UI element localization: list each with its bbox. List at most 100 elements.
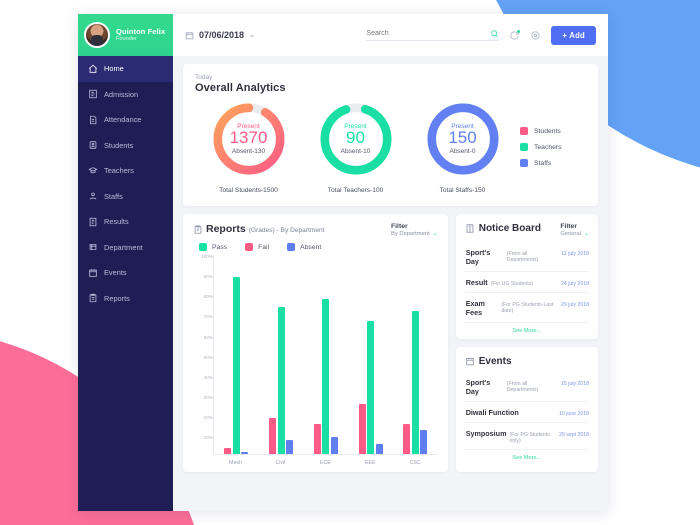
y-tick: 10% [203,435,213,441]
attendance-icon [88,115,98,125]
search-icon[interactable] [490,29,499,38]
profile-header[interactable]: Quinton Felix Founder [78,14,173,56]
legend-swatch [520,127,528,135]
sidebar-item-home[interactable]: Home [78,56,173,82]
list-item[interactable]: Sport's Day (From all Departments) 15 ju… [464,372,589,402]
y-tick: 30% [203,395,213,401]
sidebar-item-attendance[interactable]: Attendance [78,107,173,133]
reports-subtitle: (Grades) - By Department [248,227,325,234]
date-value: 07/06/2018 [199,30,245,40]
bar-chart: 100% 90% 80% 70% 60% 50% 40% 30% 20% 10% [193,254,438,455]
item-date: 12 july 2018 [561,250,589,257]
donut-staffs: Present 150 Absent-0 Total Staffs-150 [409,100,516,194]
bar-pass [277,306,285,454]
bar-absent [286,440,294,454]
sidebar-item-results[interactable]: Results [78,209,173,235]
sidebar-item-reports[interactable]: Reports [78,286,173,312]
legend-label: Teachers [534,143,562,151]
lower-row: Reports (Grades) - By Department Filter … [183,214,598,472]
bar-group [348,255,393,454]
donut-students: Present 1370 Absent-130 Total Students-1… [195,100,302,194]
date-picker[interactable]: 07/06/2018 ⌄ [185,30,255,40]
analytics-eyebrow: Today [195,74,213,81]
donut-total: Total Students-1500 [219,187,278,194]
sidebar-item-department[interactable]: Department [78,235,173,261]
item-date: 10 june 2018 [558,410,589,417]
events-header: Events [465,356,589,367]
item-name: Sport's Day [465,247,491,266]
add-button[interactable]: + Add [551,25,596,45]
sidebar-item-admission[interactable]: Admission [78,82,173,108]
notice-list: Sport's Day (From all Departments) 12 ju… [464,242,589,323]
donut-center-label: Present 90 Absent-10 [317,100,395,178]
dashboard-window: Quinton Felix Founder Home Admission Att… [78,14,608,511]
notice-board-header: Notice Board Filter General ⌄ [465,223,589,237]
filter-value-row[interactable]: By Department ⌄ [391,230,438,238]
legend-label: Staffs [534,159,552,167]
events-icon [88,268,98,278]
legend-swatch [520,159,528,167]
students-icon [88,140,98,150]
filter-label: Filter [391,223,408,230]
bar-pass [322,298,330,454]
notice-filter[interactable]: Filter General ⌄ [560,223,589,237]
list-item[interactable]: Exam Fees (For PG Students-Last date) 29… [464,293,589,323]
reports-header: Reports (Grades) - By Department Filter … [193,223,438,237]
events-card: Events Sport's Day (From all Departments… [455,347,598,472]
legend-label: Pass [212,243,228,251]
list-item[interactable]: Sport's Day (From all Departments) 12 ju… [464,242,589,272]
item-name: Result [465,277,488,287]
bar-fail [269,418,277,454]
sidebar-item-staffs[interactable]: Staffs [78,184,173,210]
bar-group [259,255,304,454]
sidebar-item-label: Students [104,140,134,150]
notice-board-title: Notice Board [478,223,541,234]
donut-total: Total Staffs-150 [439,187,486,194]
donut-center-label: Present 1370 Absent-130 [210,100,288,178]
see-more-link[interactable]: See More... [465,323,589,336]
bar-group [304,255,349,454]
donut-center-label: Present 150 Absent-0 [424,100,502,178]
events-title-group: Events [465,356,512,367]
list-item[interactable]: Diwali Function 10 june 2018 [464,402,589,423]
refresh-icon[interactable] [509,29,521,41]
legend-item: Students [520,127,586,135]
x-tick: Mesh [229,460,242,466]
y-tick: 60% [203,334,213,340]
analytics-legend: Students Teachers Staffs [516,127,586,167]
item-date: 29 july 2018 [561,301,589,308]
item-sub: (From all Departments) [506,380,539,393]
bar-absent [420,430,428,454]
list-item[interactable]: Result (For UG Students) 24 july 2018 [464,272,589,293]
legend-label: Students [534,127,561,135]
sidebar-item-teachers[interactable]: Teachers [78,158,173,184]
list-item[interactable]: Symposium (For PG Students only) 29 sept… [464,423,589,450]
absent-label: Absent-0 [449,148,476,156]
x-axis: Mesh Civil ECE EEE CSC [213,455,438,466]
sidebar-item-events[interactable]: Events [78,260,173,286]
sidebar-item-label: Home [104,64,124,74]
item-sub: (For PG Students only) [509,431,550,444]
screenshot-stage: Quinton Felix Founder Home Admission Att… [0,0,700,525]
settings-icon[interactable] [530,30,541,41]
chevron-down-icon: ⌄ [432,231,438,237]
sidebar-nav: Home Admission Attendance Students Teach… [78,56,173,311]
bar-fail [313,424,321,454]
sidebar-item-students[interactable]: Students [78,133,173,159]
y-tick: 40% [203,374,213,380]
bar-fail [403,424,411,454]
notice-title-group: Notice Board [465,223,541,234]
analytics-title: Overall Analytics [195,82,286,94]
legend-item: Staffs [520,159,586,167]
bar-pass [367,320,375,454]
events-title: Events [478,356,512,367]
filter-value-row[interactable]: General ⌄ [560,230,589,238]
events-icon [465,356,475,367]
reports-filter[interactable]: Filter By Department ⌄ [391,223,438,237]
legend-swatch [287,243,296,251]
search-box[interactable] [366,29,500,41]
search-input[interactable] [366,30,487,37]
donut-total: Total Teachers-100 [327,187,384,194]
see-more-link[interactable]: See More... [465,450,589,463]
chevron-down-icon: ⌄ [583,231,589,237]
